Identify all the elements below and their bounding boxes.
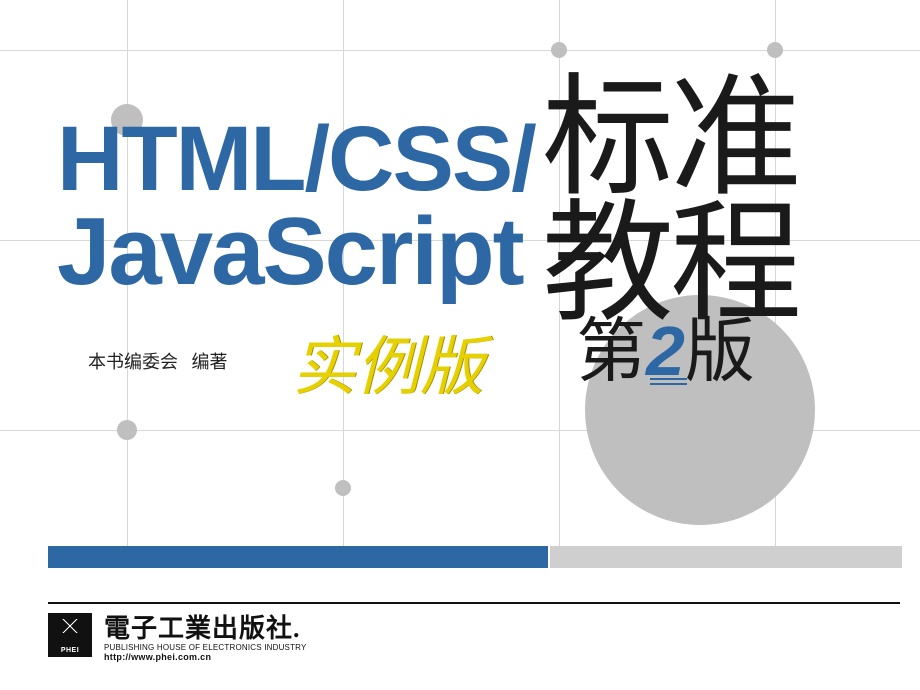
author-role: 编著 bbox=[192, 352, 228, 372]
edition-number: 2 bbox=[646, 316, 685, 386]
publisher-name-english: PUBLISHING HOUSE OF ELECTRONICS INDUSTRY bbox=[104, 643, 307, 652]
edition-label: 第2版 bbox=[576, 316, 755, 386]
footer-rule bbox=[48, 602, 900, 604]
divider-bar-blue bbox=[48, 546, 548, 568]
publisher-name: 電子工業出版社. bbox=[104, 608, 307, 645]
grid-node-icon bbox=[767, 42, 783, 58]
author-line: 本书编委会 编著 bbox=[88, 348, 228, 374]
example-edition-label: 实例版 bbox=[292, 316, 484, 408]
grid-node-icon bbox=[551, 42, 567, 58]
grid-node-icon bbox=[117, 420, 137, 440]
publisher-logo-text: PHEI bbox=[61, 647, 79, 654]
title-chinese-line2: 教程 bbox=[542, 198, 798, 330]
author-name: 本书编委会 bbox=[88, 352, 178, 372]
publisher-url: http://www.phei.com.cn bbox=[104, 652, 307, 662]
publisher-footer: PHEI 電子工業出版社. PUBLISHING HOUSE OF ELECTR… bbox=[48, 608, 307, 662]
title-english-line2: JavaScript bbox=[57, 206, 523, 297]
title-chinese-line1: 标准 bbox=[542, 72, 798, 204]
edition-prefix: 第 bbox=[576, 312, 646, 390]
title-english-line1: HTML/CSS/ bbox=[57, 116, 535, 203]
divider-bar-grey bbox=[550, 546, 902, 568]
grid-node-icon bbox=[335, 480, 351, 496]
publisher-logo-icon: PHEI bbox=[48, 613, 92, 657]
edition-suffix: 版 bbox=[685, 312, 755, 390]
